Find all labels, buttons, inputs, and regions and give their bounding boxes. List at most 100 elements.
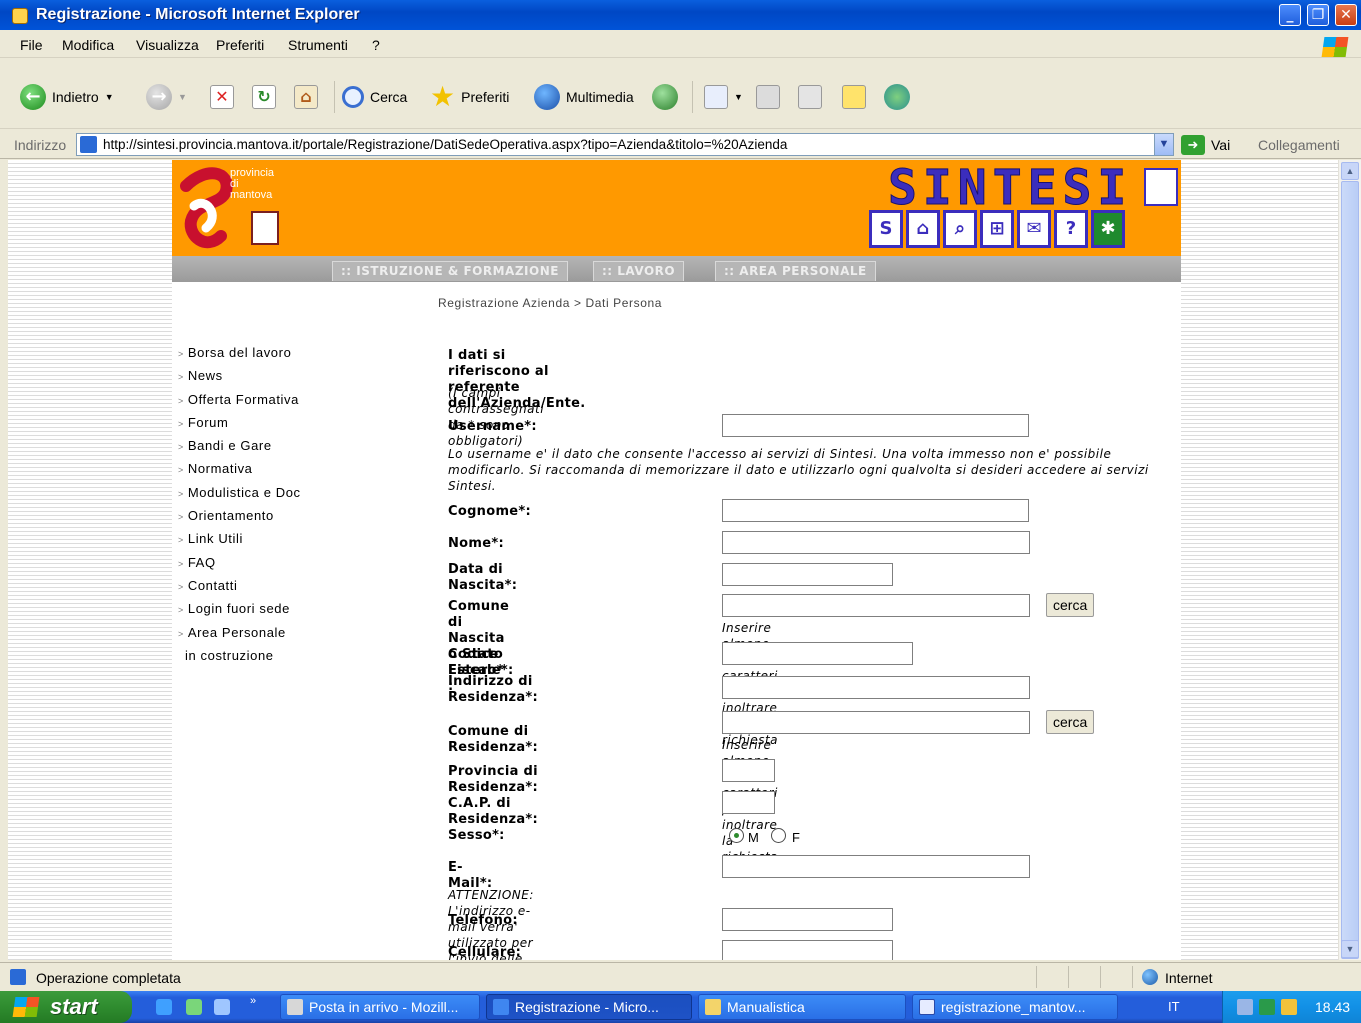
sidebar-item-orientamento[interactable]: > Orientamento [178, 505, 301, 528]
indirizzo-input[interactable] [722, 676, 1030, 699]
folder-icon [705, 999, 721, 1015]
bullet-arrow-icon: > [178, 442, 184, 453]
messenger-icon [884, 84, 910, 110]
search-document-icon[interactable]: ⌕ [943, 210, 977, 248]
accessibility-icon[interactable]: ✱ [1091, 210, 1125, 248]
windows-flag-icon [12, 997, 40, 1017]
tray-alert-icon[interactable] [1281, 999, 1297, 1015]
sesso-m-radio[interactable] [729, 828, 744, 843]
cerca-nascita-button[interactable]: cerca [1046, 593, 1095, 617]
username-input[interactable] [722, 414, 1029, 437]
cellulare-input[interactable] [722, 940, 893, 960]
print-button[interactable] [756, 83, 780, 111]
menu-visualizza[interactable]: Visualizza [136, 37, 199, 53]
tab-istruzione-formazione[interactable]: :: ISTRUZIONE & FORMAZIONE [332, 261, 568, 281]
cerca-residenza-button[interactable]: cerca [1046, 710, 1095, 734]
sidebar-item-contatti[interactable]: > Contatti [178, 575, 301, 598]
edit-button[interactable] [798, 83, 822, 111]
task-label: Manualistica [727, 999, 805, 1015]
tray-app-icon[interactable] [1259, 999, 1275, 1015]
messenger-button[interactable] [884, 83, 910, 111]
forward-button[interactable]: → ▼ [146, 83, 187, 111]
nome-input[interactable] [722, 531, 1030, 554]
scroll-thumb[interactable] [1341, 181, 1359, 959]
mail-button[interactable]: ▼ [704, 83, 743, 111]
cap-input[interactable] [722, 791, 775, 814]
scroll-up-arrow-icon[interactable]: ▲ [1341, 162, 1359, 180]
telefono-input[interactable] [722, 908, 893, 931]
sidebar-item-bandi-gare[interactable]: > Bandi e Gare [178, 435, 301, 458]
sidebar-item-area-personale[interactable]: > Area Personale [178, 622, 301, 645]
provincia-input[interactable] [722, 759, 775, 782]
task-manualistica[interactable]: Manualistica [698, 994, 906, 1020]
stop-button[interactable]: ✕ [210, 83, 234, 111]
sidebar-item-link-utili[interactable]: > Link Utili [178, 528, 301, 551]
bullet-arrow-icon: > [178, 628, 184, 639]
menu-strumenti[interactable]: Strumenti [288, 37, 348, 53]
menu-help[interactable]: ? [372, 37, 380, 53]
menu-file[interactable]: File [20, 37, 43, 53]
comune-nascita-input[interactable] [722, 594, 1030, 617]
bullet-arrow-icon: > [178, 558, 184, 569]
status-text: Operazione completata [36, 970, 181, 986]
email-input[interactable] [722, 855, 1030, 878]
links-button[interactable]: Collegamenti [1258, 137, 1340, 153]
quicklaunch-desktop-icon[interactable] [186, 999, 202, 1015]
nome-label: Nome*: [448, 536, 504, 551]
mail-icon[interactable]: ✉ [1017, 210, 1051, 248]
sidebar-item-login-fuori-sede[interactable]: > Login fuori sede [178, 598, 301, 621]
comune-residenza-input[interactable] [722, 711, 1030, 734]
help-icon[interactable]: ? [1054, 210, 1088, 248]
menu-modifica[interactable]: Modifica [62, 37, 114, 53]
network-icon[interactable] [1237, 999, 1253, 1015]
data-nascita-input[interactable] [722, 563, 893, 586]
sidebar-item-borsa-lavoro[interactable]: > Borsa del lavoro [178, 342, 301, 365]
history-button[interactable] [652, 83, 678, 111]
search-button[interactable]: Cerca [342, 83, 407, 111]
home-button[interactable]: ⌂ [294, 83, 318, 111]
browser-toolbar: ← Indietro ▼ → ▼ ✕ ↻ ⌂ Cerca ★ Preferiti… [0, 59, 1361, 129]
discuss-button[interactable] [842, 83, 866, 111]
address-input[interactable]: http://sintesi.provincia.mantova.it/port… [76, 133, 1174, 156]
sidebar-item-modulistica[interactable]: > Modulistica e Doc [178, 482, 301, 505]
sidebar-item-news[interactable]: > News [178, 365, 301, 388]
sesso-m-label: M [748, 830, 759, 845]
tab-area-personale[interactable]: :: AREA PERSONALE [715, 261, 876, 281]
menu-bar: File Modifica Visualizza Preferiti Strum… [0, 30, 1361, 58]
sidebar-item-offerta-formativa[interactable]: > Offerta Formativa [178, 389, 301, 412]
address-dropdown-chevron-icon[interactable]: ▼ [1154, 134, 1173, 155]
sintesi-s-icon[interactable]: S [869, 210, 903, 248]
bullet-arrow-icon: > [178, 395, 184, 406]
sidebar-item-faq[interactable]: > FAQ [178, 552, 301, 575]
quicklaunch-browser-icon[interactable] [214, 999, 230, 1015]
codice-fiscale-input[interactable] [722, 642, 913, 665]
close-button[interactable]: ✕ [1335, 4, 1357, 26]
restore-button[interactable]: ❐ [1307, 4, 1329, 26]
refresh-button[interactable]: ↻ [252, 83, 276, 111]
scroll-down-arrow-icon[interactable]: ▼ [1341, 940, 1359, 958]
quicklaunch-ie-icon[interactable] [156, 999, 172, 1015]
back-button[interactable]: ← Indietro ▼ [20, 83, 114, 111]
menu-preferiti[interactable]: Preferiti [216, 37, 264, 53]
vertical-scrollbar[interactable]: ▲ ▼ [1338, 160, 1361, 960]
media-button[interactable]: Multimedia [534, 83, 634, 111]
sidebar-item-normativa[interactable]: > Normativa [178, 458, 301, 481]
sidebar-item-forum[interactable]: > Forum [178, 412, 301, 435]
favorites-button[interactable]: ★ Preferiti [430, 83, 509, 111]
language-indicator[interactable]: IT [1168, 999, 1180, 1014]
go-arrow-icon[interactable]: ➜ [1181, 135, 1205, 155]
sesso-f-radio[interactable] [771, 828, 786, 843]
task-posta-in-arrivo[interactable]: Posta in arrivo - Mozill... [280, 994, 480, 1020]
go-button[interactable]: Vai [1211, 137, 1230, 153]
task-registrazione[interactable]: Registrazione - Micro... [486, 994, 692, 1020]
required-note: (I campi contrassegnati da * sono obblig… [448, 386, 545, 448]
quicklaunch-chevron-icon[interactable]: » [250, 995, 256, 1007]
tab-lavoro[interactable]: :: LAVORO [593, 261, 685, 281]
page-viewport: provincia di mantova SINTESI S ⌂ ⌕ ⊞ ✉ ?… [8, 160, 1338, 960]
task-registrazione-mantova-doc[interactable]: registrazione_mantov... [912, 994, 1118, 1020]
minimize-button[interactable]: _ [1279, 4, 1301, 26]
home-icon[interactable]: ⌂ [906, 210, 940, 248]
cognome-input[interactable] [722, 499, 1029, 522]
sitemap-icon[interactable]: ⊞ [980, 210, 1014, 248]
start-button[interactable]: start [0, 991, 132, 1023]
